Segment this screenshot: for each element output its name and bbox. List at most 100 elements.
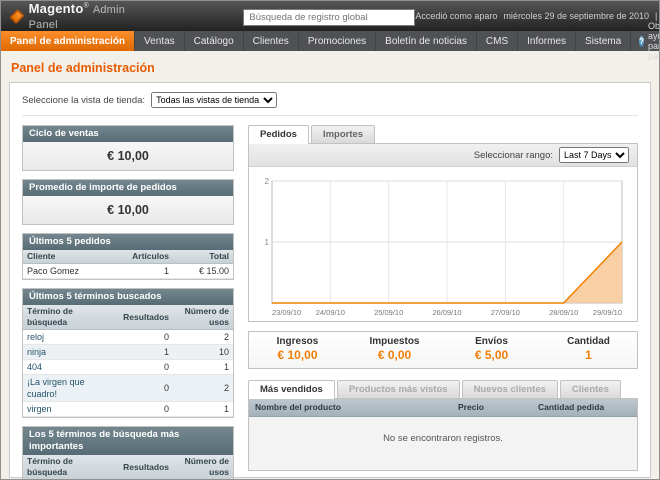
svg-text:26/09/10: 26/09/10 (432, 308, 461, 317)
products-tabs: Más vendidos Productos más vistos Nuevos… (248, 380, 638, 398)
tab-productos-mas-vistos[interactable]: Productos más vistos (337, 380, 460, 398)
tab-pedidos[interactable]: Pedidos (248, 125, 309, 144)
tab-mas-vendidos[interactable]: Más vendidos (248, 380, 335, 399)
column-header-nombre-producto: Nombre del producto (249, 399, 452, 417)
help-icon: ? (639, 36, 644, 47)
svg-text:1: 1 (265, 238, 270, 247)
top-header: Magento®Admin Panel Accedió como aparo m… (1, 1, 659, 31)
top-search-terms-box: Los 5 términos de búsqueda más important… (22, 426, 234, 480)
total-ingresos: Ingresos € 10,00 (249, 332, 346, 368)
total-envios: Envíos € 5,00 (443, 332, 540, 368)
nav-item-dashboard[interactable]: Panel de administración (1, 31, 135, 51)
empty-records-message: No se encontraron registros. (249, 417, 637, 470)
lifetime-sales-box: Ciclo de ventas € 10,00 (22, 125, 234, 171)
last-orders-table: Cliente Artículos Total Paco Gomez 1 € 1… (23, 250, 233, 279)
search-term-link[interactable]: reloj (27, 332, 44, 342)
search-term-uses: 10 (173, 345, 233, 360)
average-orders-value: € 10,00 (23, 196, 233, 224)
tab-importes[interactable]: Importes (311, 125, 375, 143)
tab-nuevos-clientes[interactable]: Nuevos clientes (462, 380, 558, 398)
nav-item-ventas[interactable]: Ventas (135, 31, 185, 51)
last-search-terms-box: Últimos 5 términos buscados Término de b… (22, 288, 234, 418)
search-term-row: reloj 0 2 (23, 330, 233, 345)
total-label: Envíos (443, 336, 540, 347)
order-items: 1 (127, 264, 173, 279)
search-term-row: virgen 0 1 (23, 402, 233, 417)
search-term-link[interactable]: virgen (27, 404, 52, 414)
logged-in-as: Accedió como aparo (415, 11, 497, 21)
column-header-articulos: Artículos (127, 250, 173, 264)
search-term-link[interactable]: ninja (27, 347, 46, 357)
nav-item-catalogo[interactable]: Catálogo (185, 31, 244, 51)
logo-text: Magento®Admin Panel (29, 1, 129, 31)
orders-chart-panel: Seleccionar rango: Last 7 Days 1223/09/1… (248, 143, 638, 322)
dashboard-right-column: Pedidos Importes Seleccionar rango: Last… (248, 125, 638, 480)
nav-item-boletin[interactable]: Boletín de noticias (376, 31, 477, 51)
dashboard-left-column: Ciclo de ventas € 10,00 Promedio de impo… (22, 125, 234, 480)
dashboard-panel: Seleccione la vista de tienda: Todas las… (9, 82, 651, 478)
order-row[interactable]: Paco Gomez 1 € 15.00 (23, 264, 233, 279)
total-label: Ingresos (249, 336, 346, 347)
nav-item-clientes[interactable]: Clientes (244, 31, 299, 51)
chart-toolbar: Seleccionar rango: Last 7 Days (249, 144, 637, 167)
last-search-terms-title: Últimos 5 términos buscados (23, 289, 233, 305)
search-term-uses: 2 (173, 375, 233, 402)
search-term-uses: 1 (173, 360, 233, 375)
store-view-select[interactable]: Todas las vistas de tienda (151, 92, 277, 108)
last-orders-title: Últimos 5 pedidos (23, 234, 233, 250)
session-separator: | (655, 11, 657, 21)
column-header-total: Total (173, 250, 233, 264)
search-term-link[interactable]: 404 (27, 362, 42, 372)
nav-item-promociones[interactable]: Promociones (299, 31, 376, 51)
column-header-termino: Término de búsqueda (23, 455, 119, 480)
range-select[interactable]: Last 7 Days (559, 147, 629, 163)
average-orders-title: Promedio de importe de pedidos (23, 180, 233, 196)
logo-trademark: ® (83, 3, 88, 10)
last-orders-box: Últimos 5 pedidos Cliente Artículos Tota… (22, 233, 234, 280)
page-title: Panel de administración (11, 61, 651, 75)
column-header-termino: Término de búsqueda (23, 305, 119, 330)
tab-clientes[interactable]: Clientes (560, 380, 621, 398)
last-search-terms-table: Término de búsqueda Resultados Número de… (23, 305, 233, 417)
total-value: € 10,00 (249, 348, 346, 362)
search-term-row: ¡La virgen que cuadro! 0 2 (23, 375, 233, 402)
svg-text:28/09/10: 28/09/10 (549, 308, 578, 317)
total-label: Cantidad (540, 336, 637, 347)
chart-tabs: Pedidos Importes (248, 125, 638, 143)
total-value: 1 (540, 348, 637, 362)
column-header-resultados: Resultados (119, 455, 173, 480)
total-value: € 0,00 (346, 348, 443, 362)
page-help-link[interactable]: ? Obtener ayuda para esta página (631, 31, 660, 51)
total-label: Impuestos (346, 336, 443, 347)
bestsellers-table: Nombre del producto Precio Cantidad pedi… (249, 399, 637, 417)
order-customer: Paco Gomez (23, 264, 127, 279)
nav-item-sistema[interactable]: Sistema (576, 31, 631, 51)
global-search-input[interactable] (243, 9, 415, 26)
magento-logo[interactable]: Magento®Admin Panel (11, 1, 128, 31)
total-value: € 5,00 (443, 348, 540, 362)
column-header-resultados: Resultados (119, 305, 173, 330)
session-date: miércoles 29 de septiembre de 2010 (503, 11, 649, 21)
magento-logo-icon (9, 9, 24, 24)
search-term-uses: 2 (173, 330, 233, 345)
search-term-results: 0 (119, 375, 173, 402)
svg-text:24/09/10: 24/09/10 (316, 308, 345, 317)
logo-brand: Magento (29, 1, 84, 16)
total-cantidad: Cantidad 1 (540, 332, 637, 368)
nav-item-cms[interactable]: CMS (477, 31, 518, 51)
top-search-terms-table: Término de búsqueda Resultados Número de… (23, 455, 233, 480)
total-impuestos: Impuestos € 0,00 (346, 332, 443, 368)
svg-text:27/09/10: 27/09/10 (491, 308, 520, 317)
chart-area: 1223/09/1024/09/1025/09/1026/09/1027/09/… (249, 167, 637, 321)
search-term-link[interactable]: ¡La virgen que cuadro! (27, 377, 85, 399)
svg-text:2: 2 (265, 177, 270, 186)
average-orders-box: Promedio de importe de pedidos € 10,00 (22, 179, 234, 225)
column-header-numero-usos: Número de usos (173, 455, 233, 480)
lifetime-sales-value: € 10,00 (23, 142, 233, 170)
global-search (243, 7, 415, 26)
nav-item-informes[interactable]: Informes (518, 31, 576, 51)
search-term-results: 0 (119, 402, 173, 417)
search-term-results: 1 (119, 345, 173, 360)
help-label: Obtener ayuda para esta página (648, 21, 660, 61)
column-header-cliente: Cliente (23, 250, 127, 264)
